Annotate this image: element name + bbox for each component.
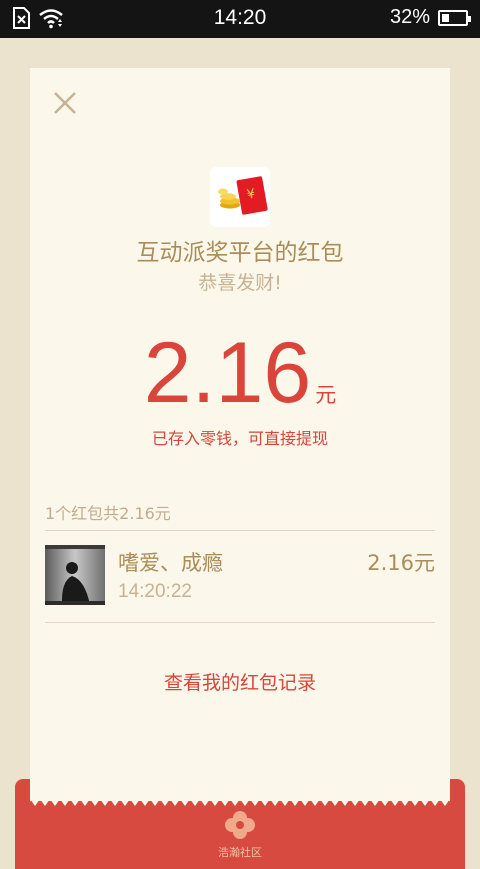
packet-title: 互动派奖平台的红包: [136, 240, 344, 266]
amount-unit: 元: [315, 383, 337, 407]
red-packet-app-icon: ¥: [210, 167, 270, 227]
list-item[interactable]: 嗜爱、成瘾 14:20:22 2.16元: [45, 545, 435, 610]
battery-level: [442, 13, 449, 22]
divider: [45, 622, 435, 623]
close-button[interactable]: [50, 88, 80, 118]
red-packet-detail-card: ¥ 互动派奖平台的红包 恭喜发财! 2.16 元 已存入零钱，可直接提现 1个红包…: [30, 68, 450, 801]
packet-amount: 2.16: [143, 325, 312, 421]
footer-logo: 浩瀚社区: [200, 810, 280, 860]
packet-summary: 1个红包共2.16元: [45, 504, 171, 523]
footer-label: 浩瀚社区: [218, 846, 262, 859]
sender-name: 嗜爱、成瘾: [118, 551, 223, 575]
battery-icon: [438, 9, 471, 26]
view-packet-history-link[interactable]: 查看我的红包记录: [30, 668, 450, 695]
card-torn-edge: [30, 799, 450, 806]
close-icon: [54, 92, 76, 114]
divider: [45, 530, 435, 531]
status-bar: 14:20 32%: [0, 0, 480, 38]
deposit-note: 已存入零钱，可直接提现: [151, 429, 328, 448]
avatar: [45, 545, 105, 605]
amount-row: 2.16 元: [30, 330, 450, 416]
record-amount: 2.16元: [367, 551, 435, 575]
battery-percent: 32%: [389, 6, 430, 28]
record-time: 14:20:22: [118, 581, 192, 602]
packet-greeting: 恭喜发财!: [198, 272, 282, 294]
red-packet-icon: ¥: [218, 176, 268, 215]
torn-edge-path: [30, 799, 450, 806]
status-right: 32%: [389, 6, 471, 29]
flower-logo-icon: [225, 811, 255, 839]
avatar-image: [45, 545, 105, 605]
